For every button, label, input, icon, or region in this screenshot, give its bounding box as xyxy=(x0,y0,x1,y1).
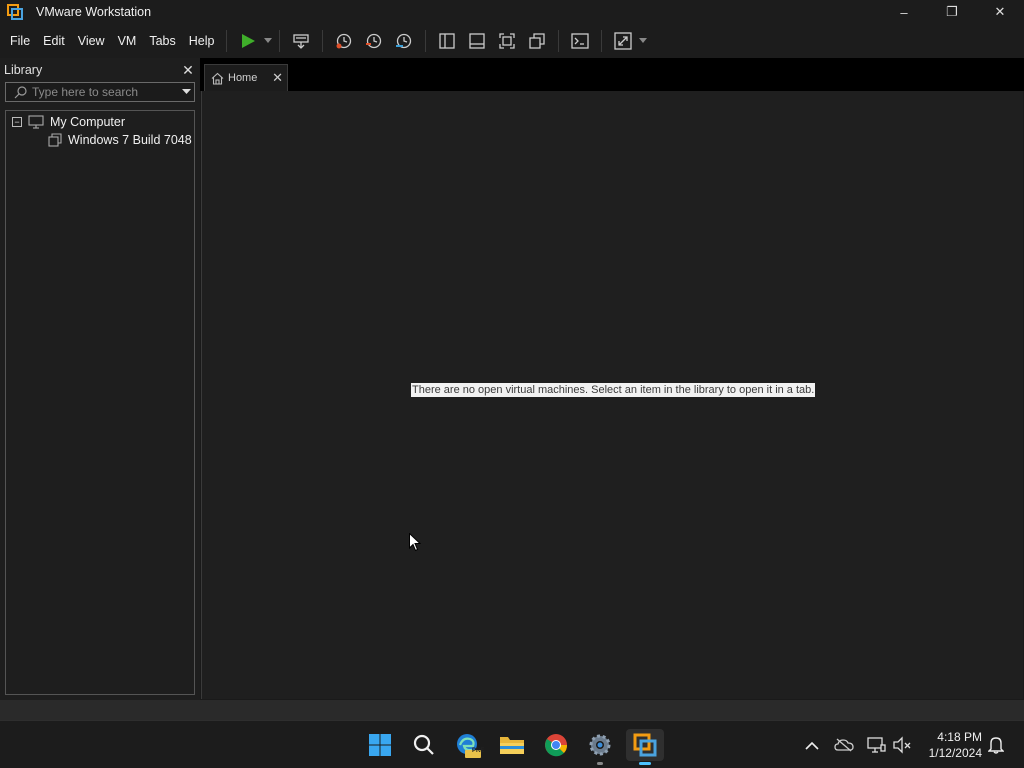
status-bar xyxy=(0,700,1024,720)
full-screen-icon[interactable] xyxy=(493,28,521,54)
tree-item-my-computer[interactable]: − My Computer xyxy=(12,113,125,131)
console-view-icon[interactable] xyxy=(566,28,594,54)
power-dropdown-caret-icon[interactable] xyxy=(263,28,273,54)
menu-view[interactable]: View xyxy=(72,29,111,53)
chrome-icon[interactable] xyxy=(540,729,572,761)
show-thumbnail-bar-icon[interactable] xyxy=(463,28,491,54)
tab-strip: Home ✕ xyxy=(200,58,1024,91)
toolbar-separator xyxy=(558,30,560,52)
snapshot-manager-icon[interactable] xyxy=(390,28,418,54)
close-window-button[interactable]: ✕ xyxy=(976,0,1024,24)
content-area: Home ✕ There are no open virtual machine… xyxy=(200,58,1024,700)
menu-edit[interactable]: Edit xyxy=(37,29,71,53)
title-bar: VMware Workstation – ❐ ✕ xyxy=(0,0,1024,24)
toolbar-separator xyxy=(601,30,603,52)
revert-snapshot-icon[interactable] xyxy=(360,28,388,54)
file-explorer-icon[interactable] xyxy=(496,729,528,761)
mouse-pointer-icon xyxy=(409,532,422,557)
clock-date: 1/12/2024 xyxy=(928,746,982,760)
power-on-icon[interactable] xyxy=(234,28,262,54)
menu-tabs[interactable]: Tabs xyxy=(143,29,181,53)
library-panel: Library ✕ − My Computer Windows 7 Build … xyxy=(0,58,200,700)
computer-icon xyxy=(28,115,44,129)
tab-home-label: Home xyxy=(228,72,258,84)
window-title: VMware Workstation xyxy=(36,5,152,19)
home-page: There are no open virtual machines. Sele… xyxy=(201,91,1023,699)
take-snapshot-icon[interactable] xyxy=(330,28,358,54)
running-indicator xyxy=(597,762,603,765)
tab-close-button[interactable]: ✕ xyxy=(272,70,283,86)
system-clock[interactable]: 4:18 PM 1/12/2024 xyxy=(929,729,982,761)
toolbar-separator xyxy=(279,30,281,52)
edge-preview-badge: PRE xyxy=(472,748,485,754)
collapse-toggle[interactable]: − xyxy=(12,117,22,127)
library-header: Library ✕ xyxy=(0,58,200,82)
tab-home[interactable]: Home ✕ xyxy=(204,64,288,91)
tree-item-label: Windows 7 Build 7048 xyxy=(68,133,192,147)
menu-toolbar-bar: File Edit View VM Tabs Help xyxy=(0,24,1024,58)
clock-time: 4:18 PM xyxy=(937,730,982,744)
chevron-up-icon[interactable] xyxy=(800,733,824,757)
taskbar: PRE 4:18 PM 1/12/2024 xyxy=(0,720,1024,768)
toolbar-separator xyxy=(226,30,228,52)
search-dropdown-caret-icon[interactable] xyxy=(182,89,191,95)
settings-icon[interactable] xyxy=(584,729,616,765)
menu-help[interactable]: Help xyxy=(183,29,221,53)
empty-state-message: There are no open virtual machines. Sele… xyxy=(411,383,816,397)
vmware-icon[interactable] xyxy=(626,729,664,765)
network-icon[interactable] xyxy=(864,733,888,757)
toolbar-separator xyxy=(322,30,324,52)
minimize-button[interactable]: – xyxy=(880,0,928,24)
restore-button[interactable]: ❐ xyxy=(928,0,976,24)
search-icon[interactable] xyxy=(408,729,440,761)
notifications-bell-icon[interactable] xyxy=(984,733,1008,757)
stretch-dropdown-caret-icon[interactable] xyxy=(638,28,648,54)
library-search-input[interactable] xyxy=(32,85,172,99)
toolbar-separator xyxy=(425,30,427,52)
tree-item-vm[interactable]: Windows 7 Build 7048 xyxy=(48,131,192,149)
edge-preview-icon[interactable]: PRE xyxy=(452,729,484,761)
start-icon[interactable] xyxy=(364,729,396,761)
menu-vm[interactable]: VM xyxy=(112,29,143,53)
show-library-icon[interactable] xyxy=(433,28,461,54)
onedrive-offline-icon[interactable] xyxy=(832,733,856,757)
menu-file[interactable]: File xyxy=(4,29,36,53)
library-tree: − My Computer Windows 7 Build 7048 xyxy=(5,110,195,695)
send-ctrl-alt-del-icon[interactable] xyxy=(287,28,315,54)
library-search-box xyxy=(5,82,195,102)
library-title: Library xyxy=(4,63,43,77)
virtual-machine-icon xyxy=(48,133,62,147)
vmware-logo-icon[interactable] xyxy=(6,3,24,21)
volume-muted-icon[interactable] xyxy=(890,733,914,757)
stretch-guest-icon[interactable] xyxy=(609,28,637,54)
home-icon xyxy=(211,72,224,85)
search-icon xyxy=(14,85,28,99)
unity-icon[interactable] xyxy=(523,28,551,54)
tree-item-label: My Computer xyxy=(50,115,126,129)
active-app-indicator xyxy=(639,762,651,765)
library-close-button[interactable]: ✕ xyxy=(180,62,196,79)
